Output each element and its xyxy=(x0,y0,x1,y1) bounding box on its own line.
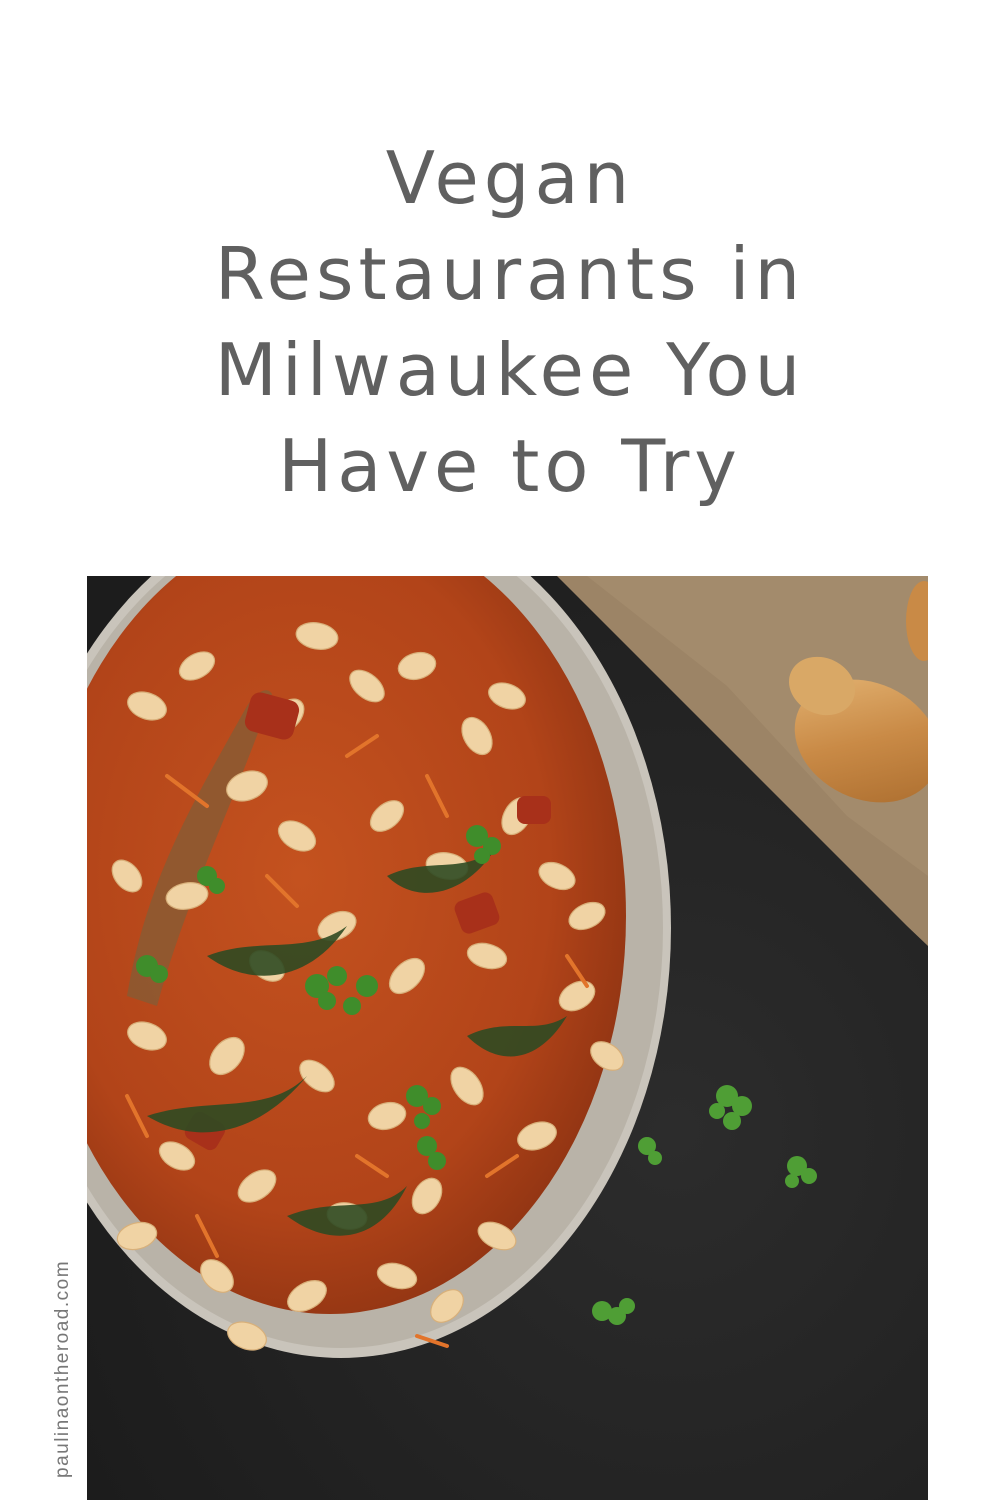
stew-illustration xyxy=(87,576,928,1500)
title-line-1: Vegan xyxy=(385,136,635,221)
page-title: Vegan Restaurants in Milwaukee You Have … xyxy=(100,130,920,514)
title-line-2: Restaurants in xyxy=(214,232,806,317)
stew-photo xyxy=(87,576,928,1500)
site-watermark: paulinaontheroad.com xyxy=(52,1259,73,1478)
title-line-4: Have to Try xyxy=(278,424,742,509)
title-line-3: Milwaukee You xyxy=(214,328,806,413)
